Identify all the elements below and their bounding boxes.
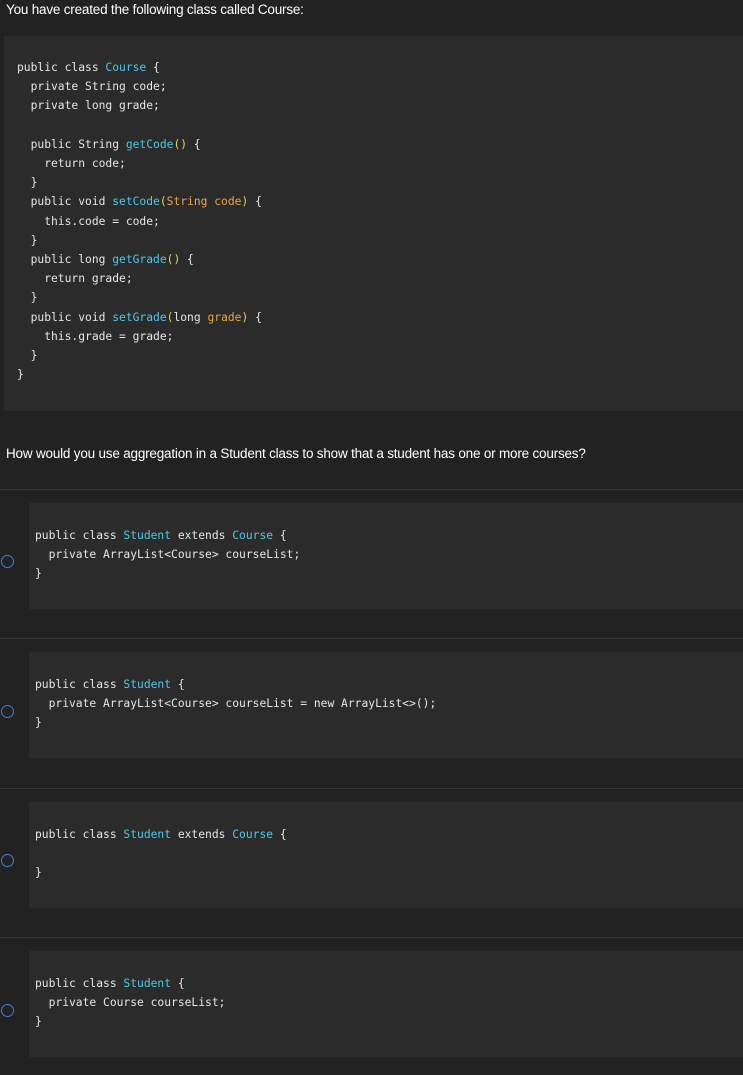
option-divider bbox=[0, 638, 743, 639]
option-1-radio[interactable] bbox=[1, 555, 14, 568]
option-divider bbox=[0, 937, 743, 938]
course-code: public class Course { private String cod… bbox=[17, 61, 262, 382]
option-4-code-block[interactable]: public class Student { private Course co… bbox=[29, 951, 743, 1057]
option-2-code-block[interactable]: public class Student { private ArrayList… bbox=[29, 652, 743, 758]
option-4-radio[interactable] bbox=[1, 1004, 14, 1017]
question-text: How would you use aggregation in a Stude… bbox=[6, 446, 586, 461]
option-2-code: public class Student { private ArrayList… bbox=[35, 678, 437, 730]
option-2-radio[interactable] bbox=[1, 705, 14, 718]
option-1-code: public class Student extends Course { pr… bbox=[35, 529, 301, 581]
option-divider bbox=[0, 489, 743, 490]
option-3-code-block[interactable]: public class Student extends Course { } bbox=[29, 802, 743, 908]
option-divider bbox=[0, 788, 743, 789]
option-3-code: public class Student extends Course { } bbox=[35, 828, 287, 880]
course-code-block: public class Course { private String cod… bbox=[4, 36, 743, 411]
option-4-code: public class Student { private Course co… bbox=[35, 977, 226, 1029]
intro-text: You have created the following class cal… bbox=[6, 2, 304, 17]
option-3-radio[interactable] bbox=[1, 854, 14, 867]
option-1-code-block[interactable]: public class Student extends Course { pr… bbox=[29, 503, 743, 609]
